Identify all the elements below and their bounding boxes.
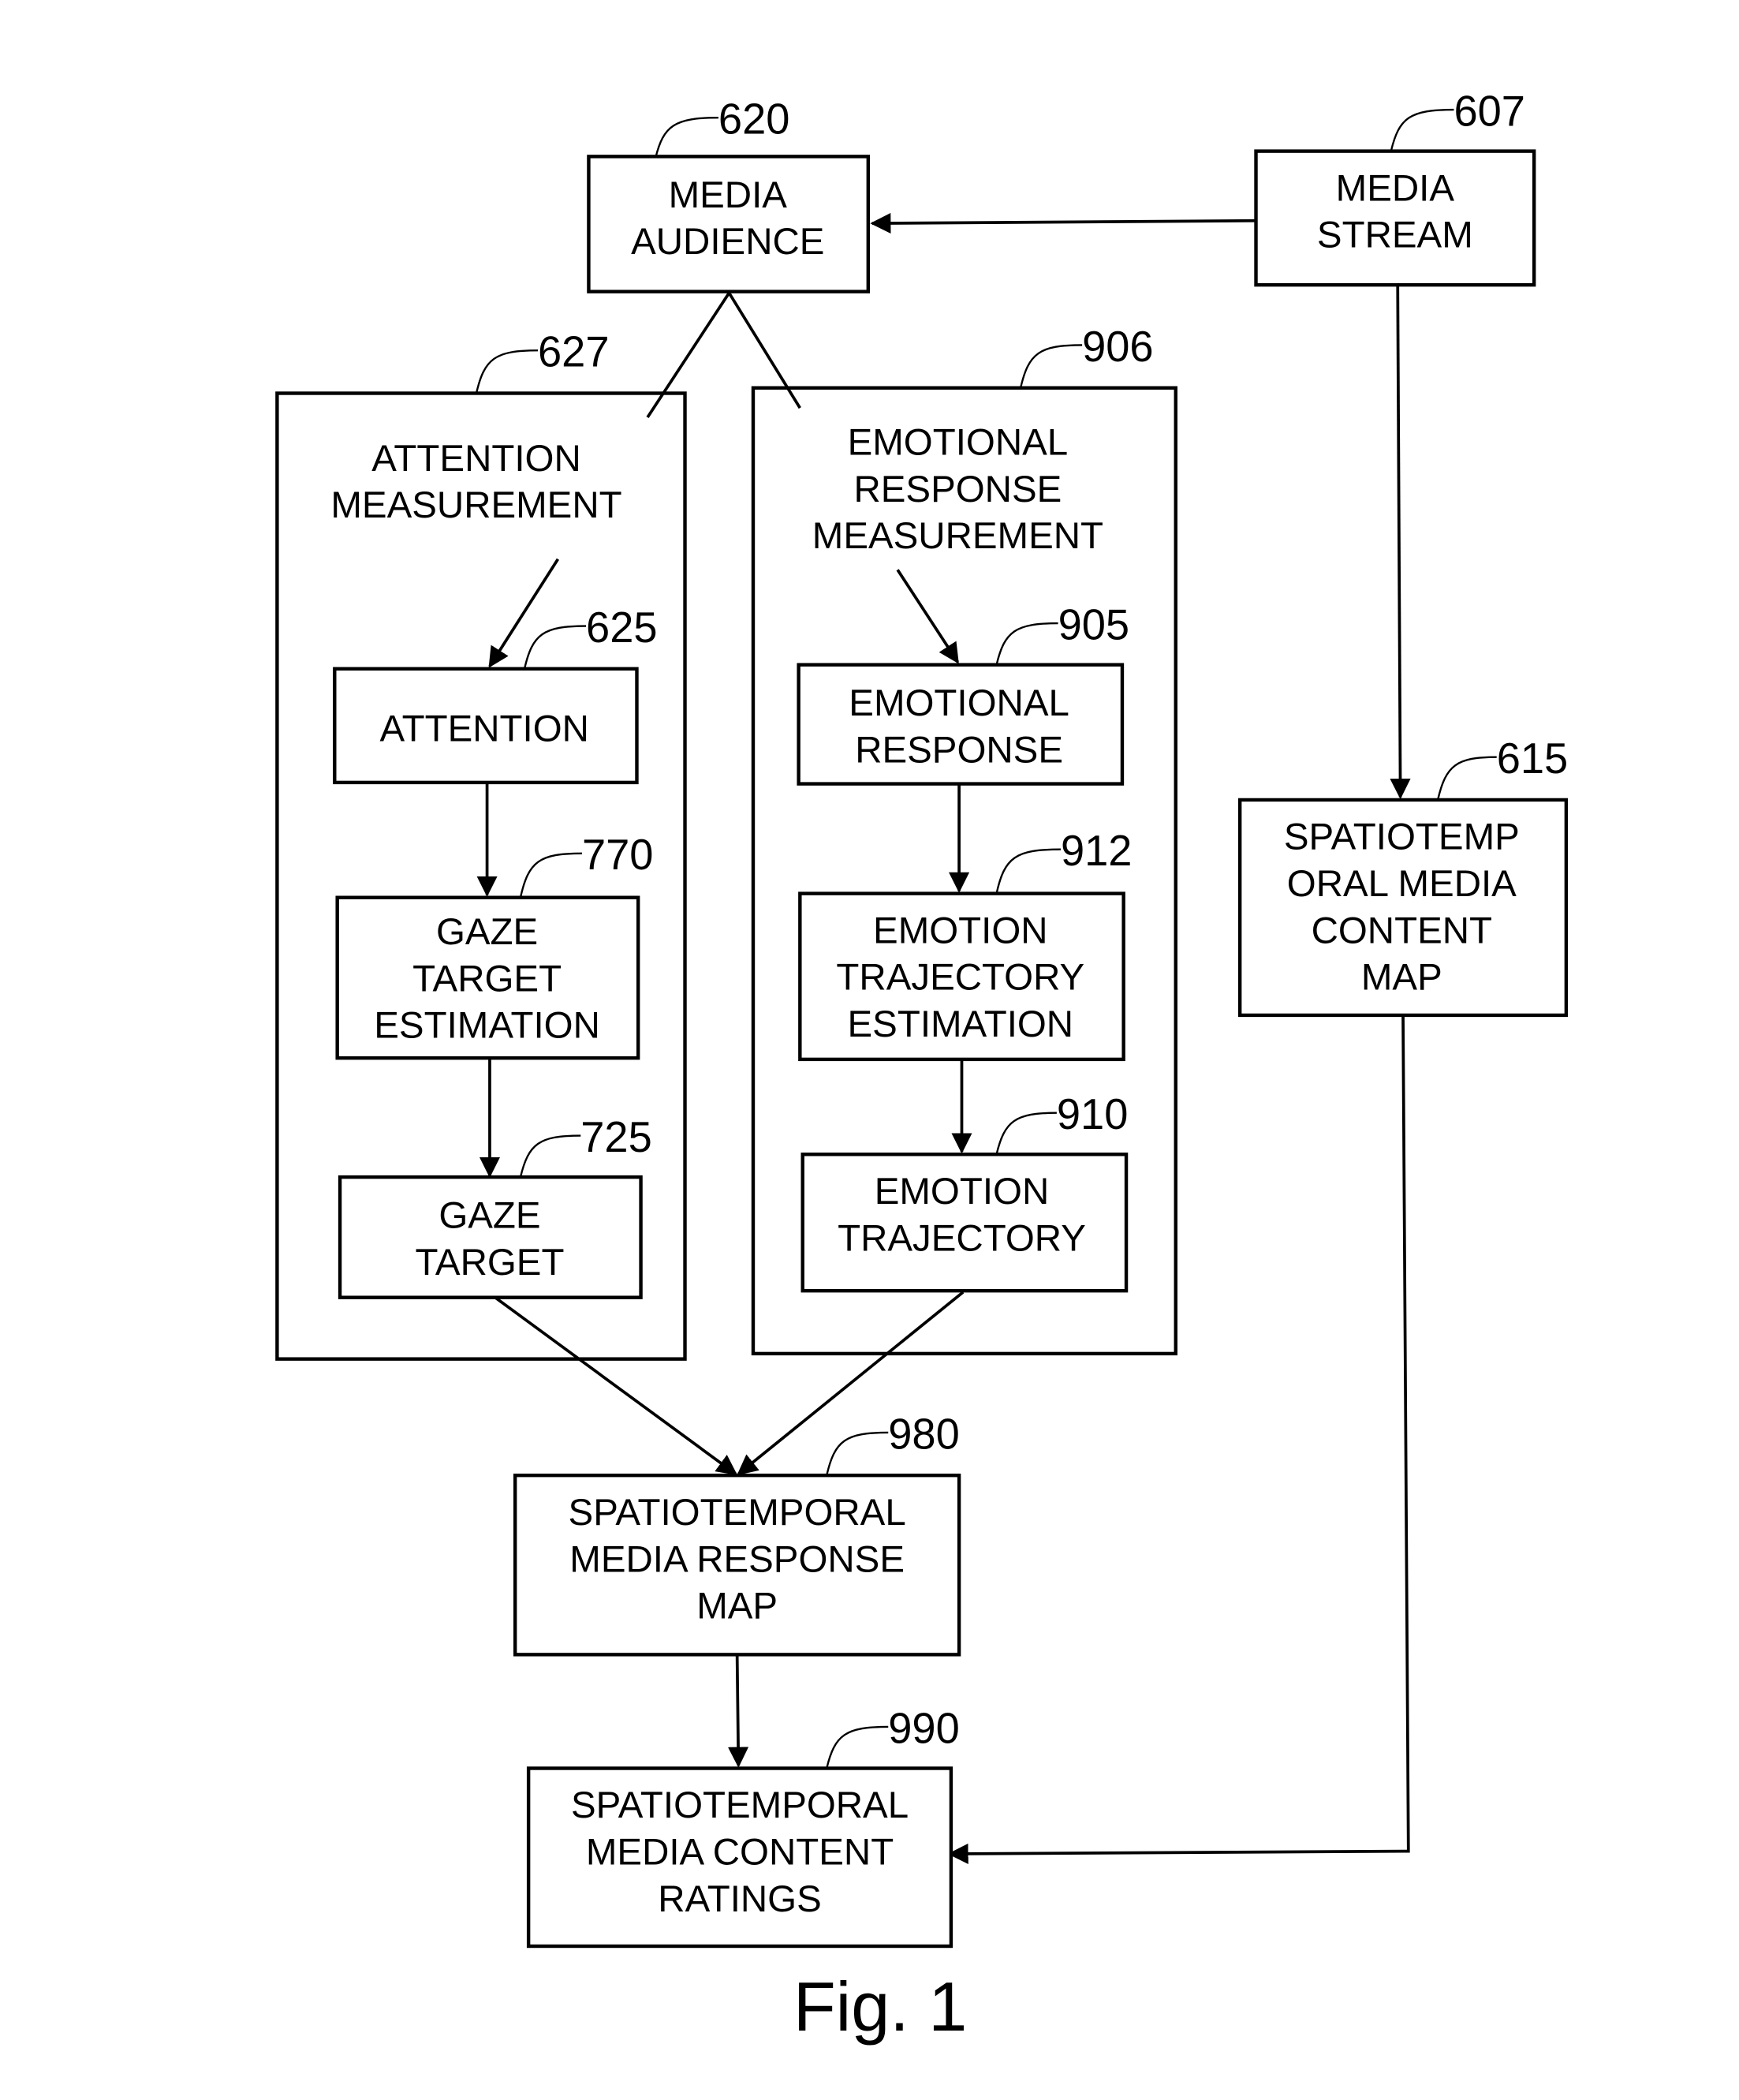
emotion-trajectory-ref-number: 910: [1057, 1091, 1129, 1138]
edge-stream-to-audience: [870, 212, 1256, 234]
gaze-target-estimation-ref-number: 770: [582, 831, 654, 879]
figure-caption: Fig. 1: [793, 1967, 967, 2046]
spatiotemporal-media-response-map-label-line: MEDIA RESPONSE: [569, 1538, 905, 1580]
gaze-target-estimation-label-line: GAZE: [436, 911, 538, 953]
emotional-response-label-line: EMOTIONAL: [849, 682, 1069, 724]
emotion-trajectory-estimation-label-line: EMOTION: [873, 910, 1048, 951]
emotion-trajectory-estimation-label-line: TRAJECTORY: [836, 957, 1084, 999]
spatiotemporal-media-response-map-node: SPATIOTEMPORALMEDIA RESPONSE MAP 980: [513, 1411, 961, 1657]
gaze-target-label-line: GAZE: [438, 1195, 540, 1237]
edge-responsemap-to-ratings: [727, 1654, 749, 1768]
media-audience-node: MEDIA AUDIENCE 620: [587, 96, 871, 293]
spatiotemporal-media-content-map-label-line: MAP: [1361, 957, 1442, 999]
emotional-response-measurement-leader-line: [1019, 344, 1083, 388]
emotional-response-ref-number: 905: [1058, 601, 1130, 648]
spatiotemporal-media-content-ratings-label-line: MEDIA CONTENT: [586, 1832, 894, 1874]
spatiotemporal-media-content-ratings-label-line: SPATIOTEMPORAL: [571, 1784, 909, 1826]
spatiotemporal-media-content-map-label-line: CONTENT: [1312, 910, 1492, 951]
gaze-target-estimation-label-line: TARGET: [412, 958, 562, 1000]
media-audience-label-line: MEDIA: [669, 174, 788, 216]
emotion-trajectory-label-line: TRAJECTORY: [838, 1217, 1086, 1259]
spatiotemporal-media-content-map-label-line: ORAL MEDIA: [1287, 863, 1517, 905]
emotional-response-measurement-label-line: MEASUREMENT: [812, 515, 1103, 557]
spatiotemporal-media-response-map-label-line: SPATIOTEMPORAL: [569, 1492, 906, 1534]
edge-audience-to-attention-meas: [646, 292, 731, 419]
attention-label-line: ATTENTION: [379, 708, 588, 749]
media-stream-label-line: MEDIA: [1336, 167, 1455, 209]
attention-measurement-label-line: MEASUREMENT: [330, 484, 621, 526]
media-audience-label-line: AUDIENCE: [631, 221, 824, 263]
media-stream-ref-number: 607: [1454, 88, 1525, 135]
flow-diagram: MEDIAAUDIENCE620MEDIASTREAM607ATTENTIONM…: [275, 88, 1569, 2046]
attention-measurement-ref-number: 627: [538, 329, 610, 376]
spatiotemporal-media-response-map-label-line: MAP: [696, 1586, 778, 1627]
emotion-trajectory-label-line: EMOTION: [875, 1171, 1050, 1213]
spatiotemporal-media-content-map-ref-number: 615: [1497, 735, 1569, 783]
spatiotemporal-media-response-map-ref-number: 980: [888, 1411, 960, 1458]
attention-measurement-leader-line: [475, 349, 539, 394]
attention-measurement-label-line: ATTENTION: [371, 438, 580, 480]
emotional-response-label-line: RESPONSE: [855, 729, 1063, 771]
media-audience-leader-line: [655, 117, 718, 159]
emotion-trajectory-estimation-ref-number: 912: [1061, 828, 1133, 875]
spatiotemporal-media-content-map-leader-line: [1436, 756, 1497, 801]
spatiotemporal-media-content-map-label-line: SPATIOTEMP: [1284, 816, 1520, 858]
media-stream-leader-line: [1390, 108, 1454, 151]
gaze-target-label-line: TARGET: [415, 1242, 564, 1284]
media-stream-node: MEDIA STREAM 607: [1254, 88, 1536, 287]
spatiotemporal-media-content-map-node: SPATIOTEMP ORAL MEDIA CONTENT MAP 615: [1237, 735, 1569, 1018]
spatiotemporal-media-content-ratings-label-line: RATINGS: [658, 1878, 821, 1920]
gaze-target-estimation-label-line: ESTIMATION: [374, 1005, 600, 1047]
media-stream-label-line: STREAM: [1317, 215, 1473, 256]
emotional-response-measurement-label-line: RESPONSE: [854, 469, 1062, 510]
spatiotemporal-media-content-ratings-leader-line: [826, 1725, 889, 1769]
gaze-target-ref-number: 725: [580, 1114, 652, 1161]
spatiotemporal-media-content-ratings-node: SPATIOTEMPORAL MEDIA CONTENTRATINGS 990: [526, 1705, 960, 1949]
edge-stream-to-contentmap: [1390, 286, 1411, 800]
spatiotemporal-media-response-map-leader-line: [826, 1431, 889, 1476]
media-audience-ref-number: 620: [718, 96, 790, 144]
emotion-trajectory-estimation-label-line: ESTIMATION: [848, 1003, 1074, 1045]
emotional-response-measurement-label-line: EMOTIONAL: [848, 421, 1069, 463]
spatiotemporal-media-content-ratings-ref-number: 990: [888, 1705, 960, 1752]
emotional-response-measurement-ref-number: 906: [1082, 323, 1154, 371]
attention-ref-number: 625: [586, 604, 658, 652]
